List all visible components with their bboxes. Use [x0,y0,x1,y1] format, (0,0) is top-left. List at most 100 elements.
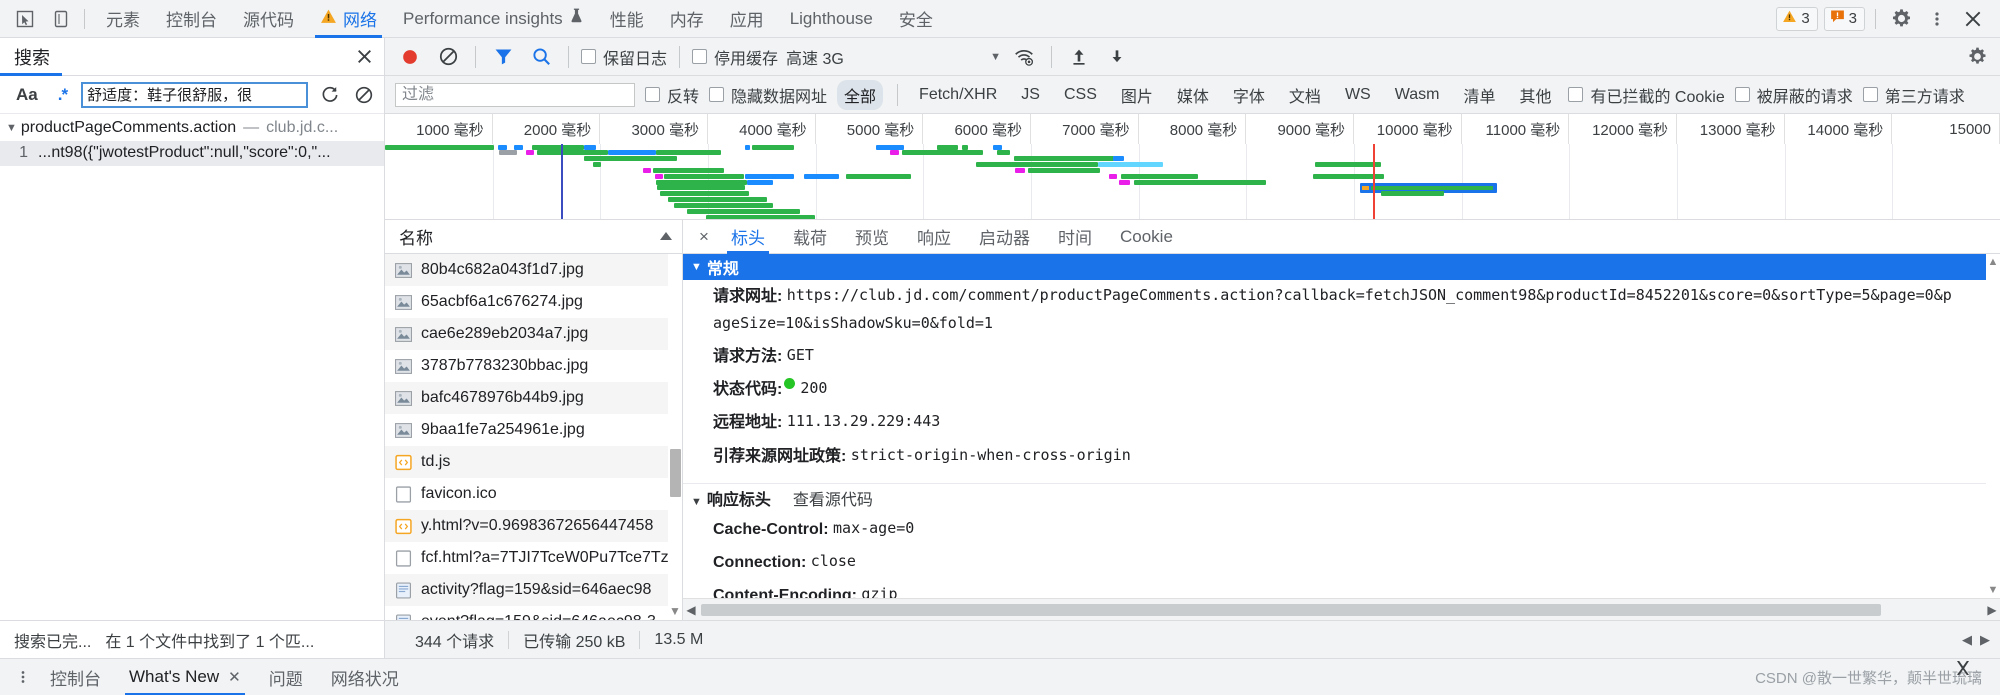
issue-count-badge[interactable]: 3 [1824,7,1865,31]
gear-icon[interactable] [1886,5,1916,33]
waterfall-bar[interactable] [1014,156,1114,161]
scroll-left-icon[interactable]: ◀ [1958,632,1976,648]
waterfall-bar[interactable] [890,150,898,155]
request-list-scrollbar[interactable]: ▼ [668,254,682,620]
request-row[interactable]: event?flag=159&sid=646aec98-3 [385,606,682,620]
request-row[interactable]: activity?flag=159&sid=646aec98 [385,574,682,606]
tab-response[interactable]: 响应 [903,220,965,254]
waterfall-bar[interactable] [962,145,968,150]
warning-count-badge[interactable]: 3 [1776,7,1817,31]
waterfall-bar[interactable] [902,150,983,155]
filter-type-all[interactable]: 全部 [837,80,883,110]
filter-type-ws[interactable]: WS [1338,83,1378,107]
sort-ascending-icon[interactable] [658,227,674,247]
network-overview[interactable]: 1000 毫秒2000 毫秒3000 毫秒4000 毫秒5000 毫秒6000 … [385,114,2000,220]
waterfall-bar[interactable] [653,168,723,173]
request-row[interactable]: bafc4678976b44b9.jpg [385,382,682,414]
waterfall-bar[interactable] [937,145,958,150]
tab-cookies[interactable]: Cookie [1106,220,1187,254]
tab-payload[interactable]: 载荷 [779,220,841,254]
waterfall-bar[interactable] [1315,162,1381,167]
waterfall-bar[interactable] [687,209,800,214]
waterfall-bar[interactable] [993,145,1001,150]
waterfall-bar[interactable] [584,145,596,150]
waterfall-bar[interactable] [656,150,721,155]
hide-data-urls-checkbox[interactable]: 隐藏数据网址 [709,83,827,107]
waterfall-bar[interactable] [1219,180,1266,185]
waterfall-bar[interactable] [655,174,663,179]
scroll-right-icon[interactable]: ▶ [1976,632,1994,648]
close-icon[interactable] [355,47,374,66]
chevron-down-icon[interactable]: ▼ [6,122,17,134]
waterfall-bar[interactable] [499,150,517,155]
drawer-tab-console[interactable]: 控制台 [36,659,115,695]
request-row[interactable]: td.js [385,446,682,478]
request-row[interactable]: 65acbf6a1c676274.jpg [385,286,682,318]
filter-type-doc[interactable]: 文档 [1282,80,1328,110]
network-conditions-icon[interactable] [1009,43,1039,71]
tab-memory[interactable]: 内存 [657,0,717,38]
waterfall-bar[interactable] [1028,168,1100,173]
filter-type-manifest[interactable]: 清单 [1456,80,1502,110]
drawer-tab-whats-new[interactable]: What's New ✕ [115,659,255,695]
waterfall-bar[interactable] [514,145,523,150]
device-toolbar-icon[interactable] [46,5,76,33]
drawer-tab-issues[interactable]: 问题 [255,659,317,695]
waterfall-bar[interactable] [593,162,601,167]
detail-horizontal-scrollbar[interactable]: ◀ ▶ [683,598,2000,620]
request-row[interactable]: y.html?v=0.96983672656447458 [385,510,682,542]
waterfall-bar[interactable] [664,174,744,179]
waterfall-bar[interactable] [1098,162,1163,167]
waterfall-bar[interactable] [1113,156,1125,161]
detail-vertical-scrollbar[interactable]: ▲ ▼ [1986,254,2000,598]
waterfall-bar[interactable] [668,197,767,202]
more-options-icon[interactable] [1922,5,1952,33]
filter-type-js[interactable]: JS [1014,83,1047,107]
request-row[interactable]: favicon.ico [385,478,682,510]
scroll-right-icon[interactable]: ▶ [1984,603,2000,617]
waterfall-bar[interactable] [385,145,494,150]
scrollbar-track[interactable] [699,599,1984,621]
waterfall-bar[interactable] [537,150,608,155]
tab-network[interactable]: 网络 [307,0,390,38]
filter-type-media[interactable]: 媒体 [1170,80,1216,110]
more-tools-icon[interactable] [10,668,36,686]
waterfall-bar[interactable] [752,145,794,150]
filter-icon[interactable] [488,43,518,71]
tab-sources[interactable]: 源代码 [230,0,307,38]
export-har-icon[interactable] [1102,43,1132,71]
record-icon[interactable] [395,43,425,71]
waterfall-bar[interactable] [526,150,534,155]
tab-headers[interactable]: 标头 [717,220,779,254]
inspect-element-icon[interactable] [10,5,40,33]
close-devtools-icon[interactable] [1958,5,1988,33]
filter-type-wasm[interactable]: Wasm [1388,83,1447,107]
match-case-button[interactable]: Aa [10,83,44,107]
waterfall-bar[interactable] [1119,180,1129,185]
invert-checkbox[interactable]: 反转 [645,83,699,107]
tab-performance-insights[interactable]: Performance insights [390,0,597,38]
waterfall-bar[interactable] [1018,162,1098,167]
request-row[interactable]: fcf.html?a=7TJI7TceW0Pu7Tce7Tz [385,542,682,574]
waterfall-bar[interactable] [1015,168,1024,173]
search-result-file-row[interactable]: ▼ productPageComments.action — club.jd.c… [0,114,384,141]
tab-console[interactable]: 控制台 [153,0,230,38]
regex-toggle-button[interactable]: .* [54,83,71,107]
waterfall-bar[interactable] [608,150,655,155]
preserve-log-checkbox[interactable]: 保留日志 [581,45,667,69]
blocked-requests-checkbox[interactable]: 被屏蔽的请求 [1735,83,1853,107]
close-detail-icon[interactable]: × [691,227,717,247]
tab-timing[interactable]: 时间 [1044,220,1106,254]
tab-application[interactable]: 应用 [717,0,777,38]
refresh-icon[interactable] [318,85,342,105]
waterfall-bar[interactable] [804,174,839,179]
waterfall-bar[interactable] [660,191,749,196]
scrollbar-thumb[interactable] [670,449,681,497]
general-section-header[interactable]: ▼ 常规 [683,254,2000,280]
filter-input[interactable] [395,83,635,107]
throttling-select[interactable]: 高速 3G ▼ [786,45,1001,69]
tab-elements[interactable]: 元素 [93,0,153,38]
search-input[interactable] [81,82,308,108]
disable-cache-checkbox[interactable]: 停用缓存 [692,45,778,69]
search-result-match-row[interactable]: 1 ...nt98({"jwotestProduct":null,"score"… [0,141,384,166]
